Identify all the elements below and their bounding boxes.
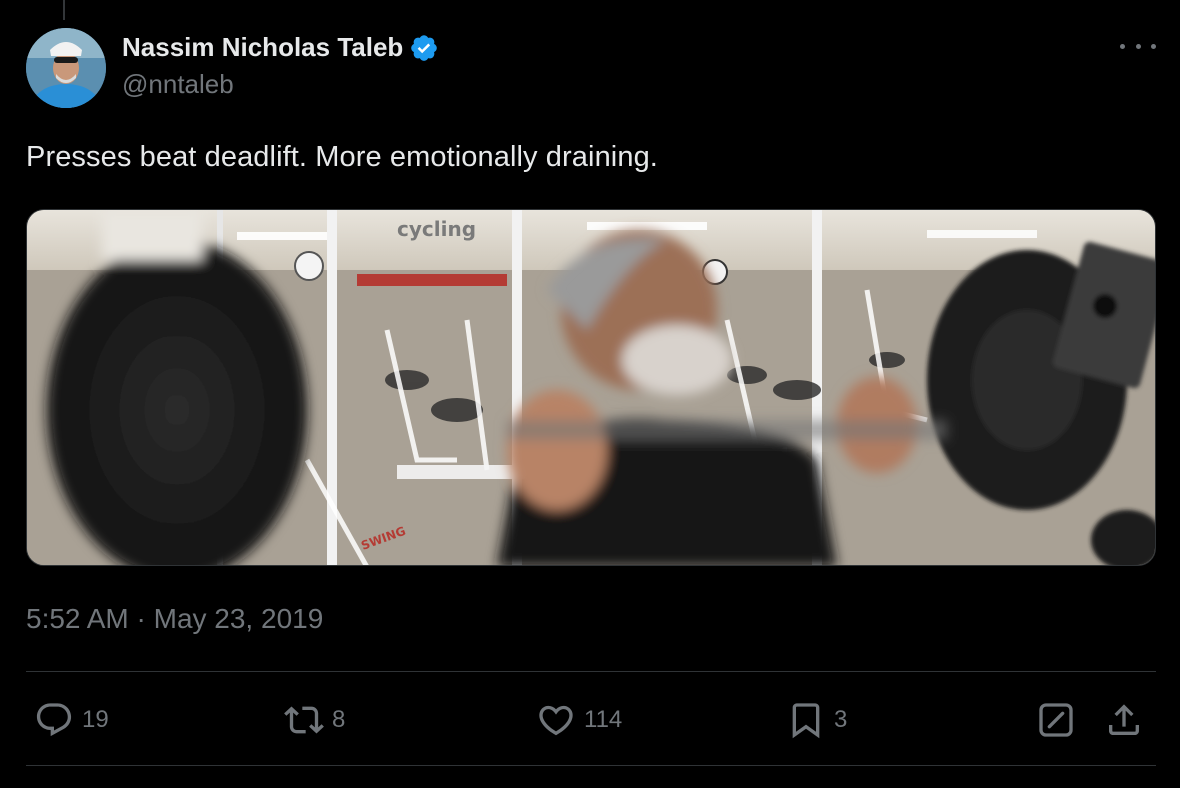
tweet-text: Presses beat deadlift. More emotionally …	[26, 141, 658, 173]
tweet-action-bar: 19 8 114 3	[26, 690, 1156, 750]
reply-icon	[36, 703, 72, 737]
share-button[interactable]	[1104, 700, 1144, 740]
cycling-sign-text: cycling	[397, 217, 476, 241]
avatar[interactable]	[26, 28, 106, 108]
bookmark-icon	[792, 703, 820, 739]
verified-badge-icon[interactable]	[409, 33, 439, 63]
author-handle[interactable]: @nntaleb	[122, 69, 439, 100]
repost-icon	[284, 706, 324, 734]
divider-bottom	[26, 765, 1156, 766]
tweet-media-photo[interactable]: cycling SWING	[26, 209, 1156, 566]
avatar-photo	[26, 28, 106, 108]
author-display-name[interactable]: Nassim Nicholas Taleb	[122, 32, 403, 63]
repost-count: 8	[332, 706, 346, 733]
reply-count: 19	[82, 706, 109, 733]
more-icon[interactable]	[1120, 36, 1156, 56]
bookmark-button[interactable]: 3	[786, 700, 847, 740]
divider-top	[26, 671, 1156, 672]
grok-button[interactable]	[1036, 700, 1076, 740]
like-icon	[539, 705, 573, 736]
bookmark-count: 3	[834, 706, 848, 733]
gym-photo-image: cycling SWING	[27, 210, 1155, 565]
like-button[interactable]: 114	[536, 700, 622, 740]
thread-connector-line	[63, 0, 65, 20]
reply-button[interactable]: 19	[34, 700, 109, 740]
like-count: 114	[584, 706, 623, 733]
tweet-timestamp[interactable]: 5:52 AM · May 23, 2019	[26, 603, 323, 635]
grok-icon	[1039, 703, 1073, 737]
repost-button[interactable]: 8	[284, 700, 345, 740]
tweet-header: Nassim Nicholas Taleb @nntaleb	[26, 28, 1156, 108]
author-info: Nassim Nicholas Taleb @nntaleb	[122, 32, 439, 100]
share-icon	[1109, 704, 1139, 735]
